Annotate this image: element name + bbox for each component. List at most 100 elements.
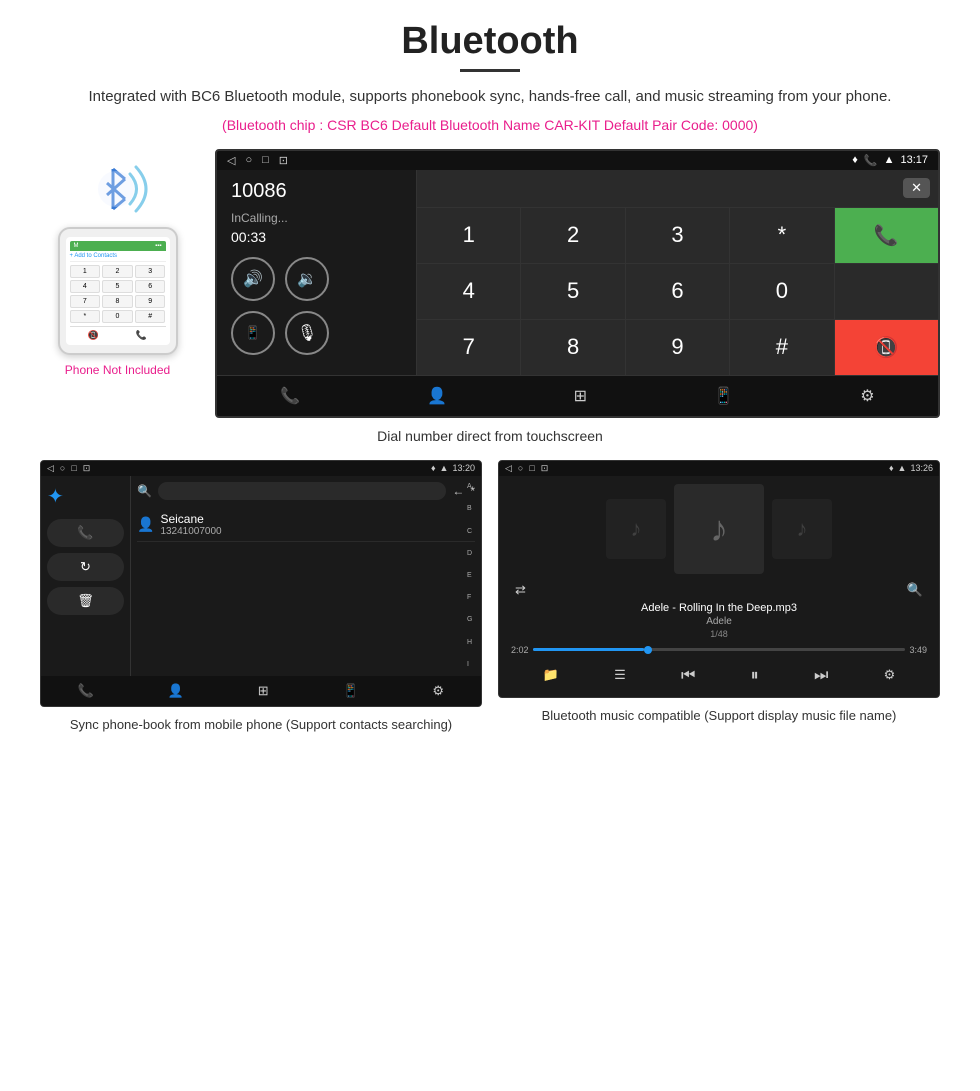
page-title: Bluetooth [40, 20, 940, 63]
phone-bottom-bar: 📵 📞 [70, 326, 166, 341]
settings-tab-icon[interactable]: ⚙ [860, 386, 874, 406]
screenshot-icon: ⊡ [279, 154, 288, 167]
phonebook-item: ◁ ○ □ ⊡ ♦ ▲ 13:20 ✦ 📞 [40, 460, 482, 735]
shuffle-icon[interactable]: ⇄ [515, 582, 526, 598]
pb-alpha-index: A B C D E F G H I [467, 476, 481, 676]
num-key-5[interactable]: 5 [521, 264, 624, 319]
pb-right-panel: 🔍 ← * 👤 Seicane 13241007000 [131, 476, 481, 676]
music-folder-icon[interactable]: 📁 [543, 667, 559, 685]
phone-side: M ▪▪▪ + Add to Contacts 1 2 3 4 5 6 7 8 … [40, 149, 195, 377]
music-playlist-icon[interactable]: ☰ [614, 667, 626, 685]
pb-bottom-bar: 📞 👤 ⊞ 📱 ⚙ [41, 676, 481, 706]
home-icon: ○ [245, 154, 252, 167]
numpad-grid: 1 2 3 * 📞 4 5 6 0 7 8 9 # 📵 [417, 208, 938, 375]
music-play-icon[interactable]: ⏸ [751, 667, 759, 685]
phone-key-4: 4 [70, 280, 101, 293]
music-location-icon: ♦ [889, 463, 894, 474]
music-home-icon: ○ [518, 463, 523, 474]
progress-track[interactable] [533, 648, 906, 651]
transfer-button[interactable]: 📱 [231, 311, 275, 355]
pb-wifi-icon: ▲ [440, 463, 449, 474]
car-dialer-screen: ◁ ○ □ ⊡ ♦ 📞 ▲ 13:17 10086 InCalling... [215, 149, 940, 418]
chip-info: (Bluetooth chip : CSR BC6 Default Blueto… [40, 117, 940, 133]
pb-dialpad-icon[interactable]: ⊞ [258, 683, 269, 699]
pb-transfer-icon[interactable]: 📱 [342, 683, 358, 699]
wifi-icon: ▲ [884, 154, 895, 166]
transfer-tab-icon[interactable]: 📱 [714, 386, 734, 406]
pb-search-input[interactable] [158, 482, 446, 500]
pb-contact-number: 13241007000 [160, 526, 221, 537]
phone-tab-icon[interactable]: 📞 [280, 386, 300, 406]
mute-button[interactable]: 🎙 [285, 311, 329, 355]
call-icon: 📞 [864, 154, 878, 167]
pb-home-icon: ○ [60, 463, 65, 474]
pb-contacts-icon[interactable]: 👤 [168, 683, 184, 699]
volume-up-icon: 🔊 [243, 269, 263, 289]
num-key-3[interactable]: 3 [626, 208, 729, 263]
pb-recents-icon: □ [71, 463, 76, 474]
num-key-8[interactable]: 8 [521, 320, 624, 375]
phone-key-8: 8 [102, 295, 133, 308]
alpha-I: I [467, 661, 481, 668]
num-key-2[interactable]: 2 [521, 208, 624, 263]
delete-button[interactable]: ✕ [903, 178, 930, 198]
title-divider [460, 69, 520, 72]
phonebook-screen: ◁ ○ □ ⊡ ♦ ▲ 13:20 ✦ 📞 [40, 460, 482, 707]
phone-add-contact: + Add to Contacts [70, 251, 166, 262]
num-key-star[interactable]: * [730, 208, 833, 263]
dialpad-tab-icon[interactable]: ⊞ [574, 386, 587, 406]
album-art-left: ♪ [606, 499, 666, 559]
music-progress-bar: 2:02 3:49 [507, 645, 931, 655]
pb-contact-name: Seicane [160, 512, 221, 526]
num-key-0[interactable]: 0 [730, 264, 833, 319]
call-end-button[interactable]: 📵 [835, 320, 938, 375]
album-art-right: ♪ [772, 499, 832, 559]
music-item: ◁ ○ □ ⊡ ♦ ▲ 13:26 ♪ ♪ ♪ [498, 460, 940, 735]
num-key-4[interactable]: 4 [417, 264, 520, 319]
num-key-9[interactable]: 9 [626, 320, 729, 375]
dial-caption: Dial number direct from touchscreen [40, 428, 940, 444]
music-status-right: ♦ ▲ 13:26 [889, 463, 933, 474]
num-key-hash[interactable]: # [730, 320, 833, 375]
music-caption: Bluetooth music compatible (Support disp… [542, 706, 897, 726]
music-search-icon[interactable]: 🔍 [907, 582, 923, 598]
pb-phone-icon[interactable]: 📞 [78, 683, 94, 699]
album-art-main: ♪ [674, 484, 764, 574]
page-container: Bluetooth Integrated with BC6 Bluetooth … [0, 0, 980, 774]
alpha-G: G [467, 616, 481, 623]
phone-carrier: M [74, 243, 79, 249]
pb-status-right: ♦ ▲ 13:20 [431, 463, 475, 474]
dialer-input-bar: ✕ [417, 170, 938, 208]
pb-delete-button[interactable]: 🗑 [47, 587, 124, 615]
volume-up-button[interactable]: 🔊 [231, 257, 275, 301]
volume-down-button[interactable]: 🔉 [285, 257, 329, 301]
music-eq-icon[interactable]: ⚙ [884, 667, 896, 685]
num-key-spacer [835, 264, 938, 319]
music-status-bar: ◁ ○ □ ⊡ ♦ ▲ 13:26 [499, 461, 939, 476]
num-key-6[interactable]: 6 [626, 264, 729, 319]
alpha-C: C [467, 528, 481, 535]
pb-status-bar: ◁ ○ □ ⊡ ♦ ▲ 13:20 [41, 461, 481, 476]
call-answer-button[interactable]: 📞 [835, 208, 938, 263]
phone-keypad: 1 2 3 4 5 6 7 8 9 * 0 # [70, 265, 166, 323]
phone-key-6: 6 [135, 280, 166, 293]
dialer-number: 10086 [231, 180, 402, 203]
num-key-1[interactable]: 1 [417, 208, 520, 263]
transfer-icon: 📱 [245, 325, 261, 341]
pb-call-button[interactable]: 📞 [47, 519, 124, 547]
phone-mockup: M ▪▪▪ + Add to Contacts 1 2 3 4 5 6 7 8 … [58, 227, 178, 355]
pb-refresh-button[interactable]: ↻ [47, 553, 124, 581]
music-screenshot-icon: ⊡ [541, 463, 549, 474]
phone-key-3: 3 [135, 265, 166, 278]
num-key-7[interactable]: 7 [417, 320, 520, 375]
pb-settings-icon[interactable]: ⚙ [432, 683, 444, 699]
back-icon: ◁ [227, 154, 235, 167]
alpha-D: D [467, 550, 481, 557]
dialer-controls-row2: 📱 🎙 [231, 311, 402, 355]
phone-screen: M ▪▪▪ + Add to Contacts 1 2 3 4 5 6 7 8 … [66, 237, 170, 345]
dialer-controls-row1: 🔊 🔉 [231, 257, 402, 301]
contacts-tab-icon[interactable]: 👤 [427, 386, 447, 406]
location-icon: ♦ [852, 154, 858, 166]
music-next-icon[interactable]: ⏭ [814, 667, 828, 685]
music-prev-icon[interactable]: ⏮ [681, 667, 695, 685]
